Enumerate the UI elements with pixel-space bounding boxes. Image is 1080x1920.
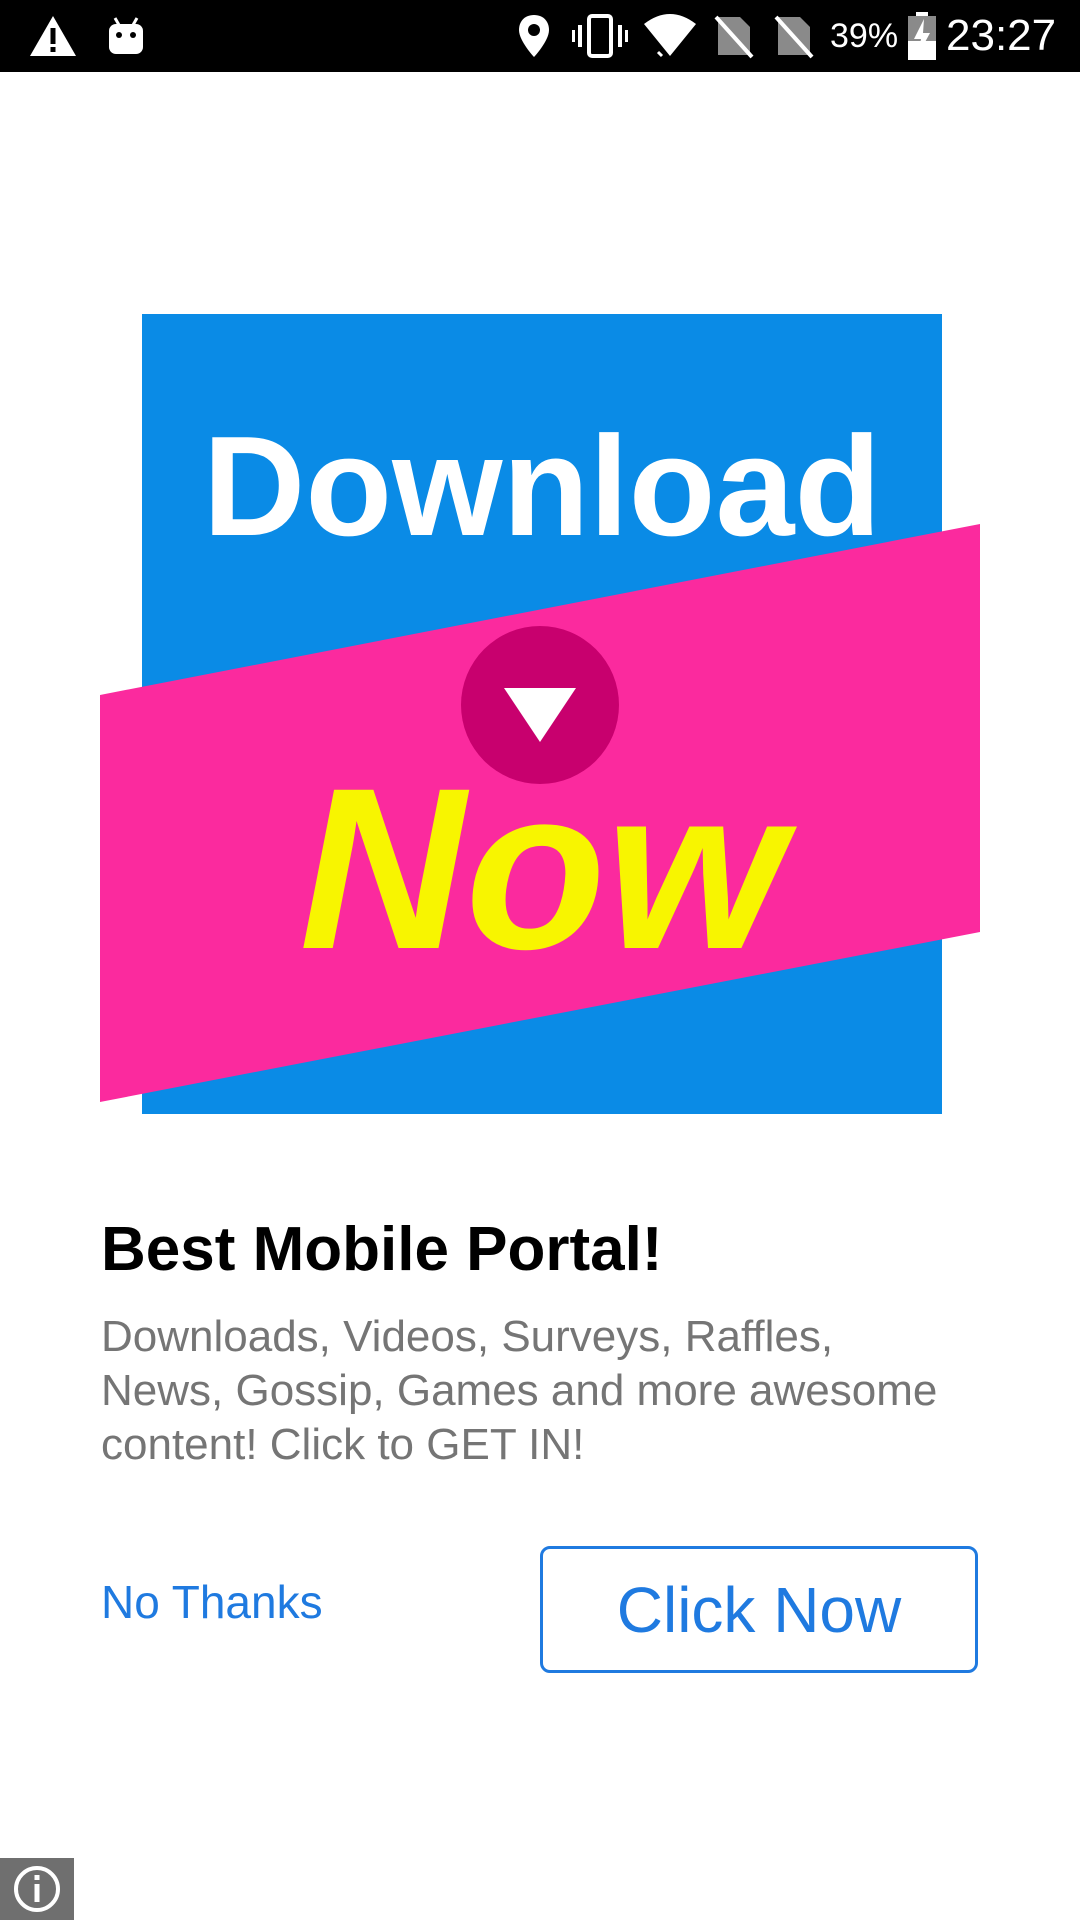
click-now-button[interactable]: Click Now [540,1546,978,1673]
warning-icon [28,0,78,72]
location-icon [516,0,552,72]
download-now-graphic: Download Now [100,314,980,1114]
image-bottom-text: Now [299,740,798,997]
wifi-icon [642,0,698,72]
ad-info-button[interactable] [0,1858,74,1920]
battery-charging-icon [906,0,938,72]
vibrate-icon [572,0,628,72]
no-sim-icon [714,0,754,72]
no-sim-icon [774,0,814,72]
no-thanks-link[interactable]: No Thanks [101,1574,323,1630]
status-bar: 39% 23:27 [0,0,1080,72]
info-icon [14,1866,60,1912]
ad-description: Downloads, Videos, Surveys, Raffles, New… [101,1312,938,1469]
ad-image[interactable]: Download Now [100,310,980,1115]
image-top-text: Download [203,407,881,566]
battery-percent: 39% [830,16,899,55]
android-icon [106,0,146,72]
status-clock: 23:27 [946,11,1057,60]
ad-headline: Best Mobile Portal! [101,1215,663,1284]
